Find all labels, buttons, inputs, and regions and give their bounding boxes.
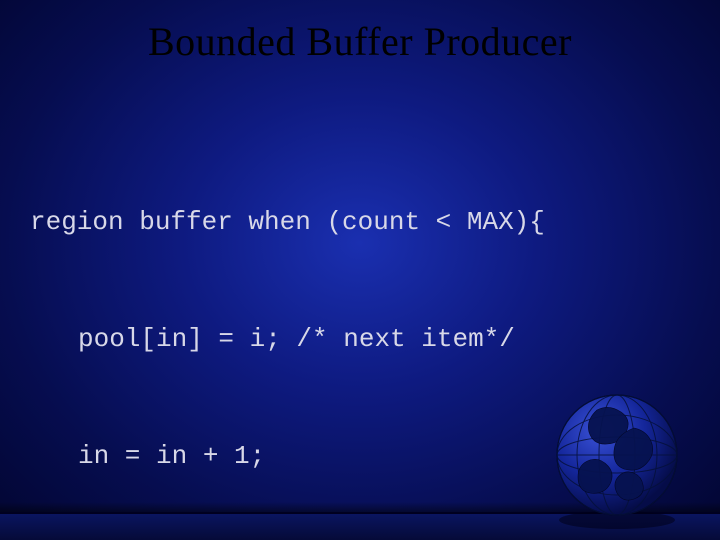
code-line-1: region buffer when (count < MAX){ bbox=[30, 203, 720, 242]
slide-title: Bounded Buffer Producer bbox=[0, 0, 720, 65]
code-line-2: pool[in] = i; /* next item*/ bbox=[78, 320, 720, 359]
slide: Bounded Buffer Producer region buffer wh… bbox=[0, 0, 720, 540]
globe-icon bbox=[542, 380, 692, 530]
